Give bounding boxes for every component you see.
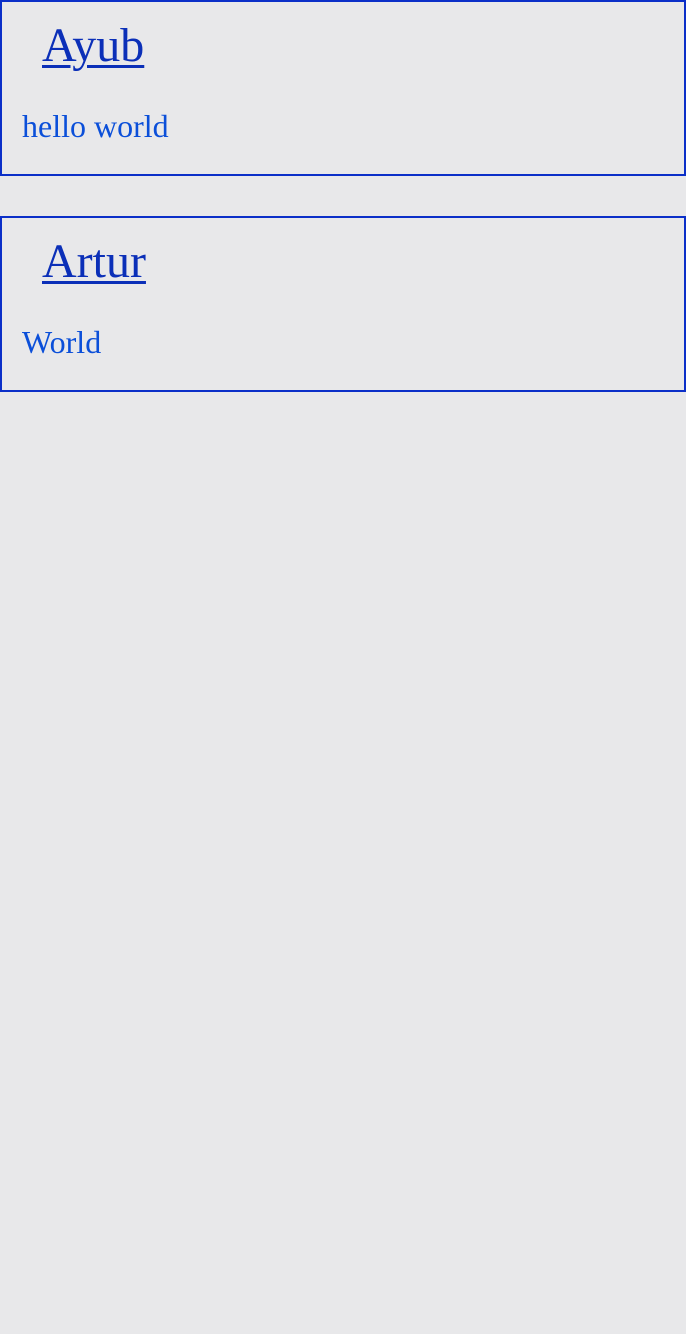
- post-text: World: [22, 324, 102, 360]
- post-card: Ayub hello world: [0, 0, 686, 176]
- post-text: hello world: [22, 108, 169, 144]
- post-card: Artur World: [0, 216, 686, 392]
- post-author-link[interactable]: Artur: [42, 238, 146, 286]
- post-list: Ayub hello world Artur World: [0, 0, 686, 392]
- post-author-link[interactable]: Ayub: [42, 22, 144, 70]
